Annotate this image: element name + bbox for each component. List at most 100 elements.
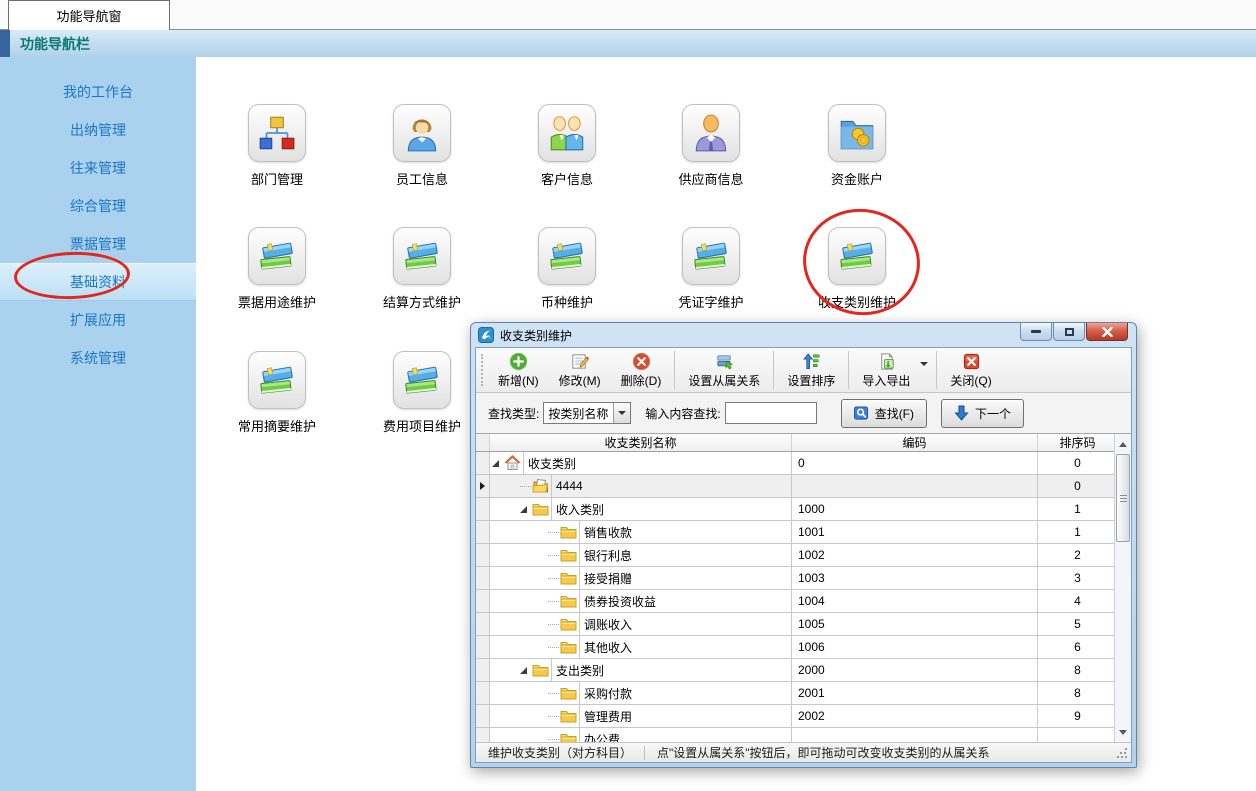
delete-button[interactable]: 删除(D) bbox=[611, 348, 672, 392]
code-cell[interactable]: 1005 bbox=[792, 613, 1038, 635]
name-cell[interactable]: 采购付款 bbox=[490, 682, 792, 704]
set-subordination-button[interactable]: 设置从属关系 bbox=[678, 348, 770, 392]
table-row[interactable]: 采购付款20018 bbox=[476, 682, 1131, 705]
code-cell[interactable]: 2002 bbox=[792, 705, 1038, 727]
code-cell[interactable]: 1000 bbox=[792, 498, 1038, 520]
find-button[interactable]: 查找(F) bbox=[841, 399, 927, 428]
name-cell[interactable]: 债券投资收益 bbox=[490, 590, 792, 612]
code-cell[interactable]: 2000 bbox=[792, 659, 1038, 681]
voucher-word-maintenance-button[interactable] bbox=[682, 227, 740, 285]
income-expense-category-maintenance-button[interactable] bbox=[828, 227, 886, 285]
tree-expander-icon[interactable] bbox=[492, 460, 499, 467]
table-row[interactable]: 办公费 bbox=[476, 728, 1131, 742]
set-sort-button[interactable]: 设置排序 bbox=[777, 348, 845, 392]
code-cell[interactable]: 1006 bbox=[792, 636, 1038, 658]
close-window-button[interactable] bbox=[1086, 323, 1128, 341]
code-cell[interactable]: 1004 bbox=[792, 590, 1038, 612]
table-row[interactable]: 银行利息10022 bbox=[476, 544, 1131, 567]
table-row[interactable]: 销售收款10011 bbox=[476, 521, 1131, 544]
row-selector-cell[interactable] bbox=[476, 613, 490, 635]
sort-cell[interactable] bbox=[1038, 728, 1118, 742]
search-type-combobox[interactable]: 按类别名称 bbox=[543, 402, 631, 424]
row-selector-cell[interactable] bbox=[476, 567, 490, 589]
sort-cell[interactable]: 6 bbox=[1038, 636, 1118, 658]
combobox-dropdown-button[interactable] bbox=[613, 403, 630, 423]
sidebar-item-my-workbench[interactable]: 我的工作台 bbox=[0, 73, 196, 111]
sort-cell[interactable]: 5 bbox=[1038, 613, 1118, 635]
code-cell[interactable]: 1001 bbox=[792, 521, 1038, 543]
sort-cell[interactable]: 9 bbox=[1038, 705, 1118, 727]
close-button[interactable]: 关闭(Q) bbox=[940, 348, 1001, 392]
table-row[interactable]: 收支类别00 bbox=[476, 452, 1131, 475]
tree-expander-icon[interactable] bbox=[520, 667, 527, 674]
row-selector-cell[interactable] bbox=[476, 682, 490, 704]
sidebar-item-extended-apps[interactable]: 扩展应用 bbox=[0, 301, 196, 339]
name-cell[interactable]: 接受捐赠 bbox=[490, 567, 792, 589]
sidebar-item-cashier-management[interactable]: 出纳管理 bbox=[0, 111, 196, 149]
row-selector-cell[interactable] bbox=[476, 590, 490, 612]
sort-cell[interactable]: 8 bbox=[1038, 659, 1118, 681]
table-row[interactable]: 管理费用20029 bbox=[476, 705, 1131, 728]
sort-cell[interactable]: 3 bbox=[1038, 567, 1118, 589]
name-cell[interactable]: 支出类别 bbox=[490, 659, 792, 681]
settlement-method-maintenance-button[interactable] bbox=[393, 227, 451, 285]
row-selector-cell[interactable] bbox=[476, 521, 490, 543]
name-cell[interactable]: 银行利息 bbox=[490, 544, 792, 566]
name-cell[interactable]: 收支类别 bbox=[490, 452, 792, 474]
common-summary-maintenance-button[interactable] bbox=[248, 351, 306, 409]
scroll-up-button[interactable] bbox=[1115, 436, 1131, 452]
supplier-info-button[interactable] bbox=[682, 104, 740, 162]
column-header-name[interactable]: 收支类别名称 bbox=[490, 434, 792, 451]
sidebar-item-system-management[interactable]: 系统管理 bbox=[0, 339, 196, 377]
modify-button[interactable]: 修改(M) bbox=[549, 348, 611, 392]
name-cell[interactable]: 其他收入 bbox=[490, 636, 792, 658]
table-row[interactable]: 调账收入10055 bbox=[476, 613, 1131, 636]
minimize-button[interactable] bbox=[1020, 323, 1052, 341]
currency-maintenance-button[interactable] bbox=[538, 227, 596, 285]
code-cell[interactable]: 0 bbox=[792, 452, 1038, 474]
code-cell[interactable]: 1002 bbox=[792, 544, 1038, 566]
name-cell[interactable]: 收入类别 bbox=[490, 498, 792, 520]
table-row[interactable]: 支出类别20008 bbox=[476, 659, 1131, 682]
tree-expander-icon[interactable] bbox=[520, 506, 527, 513]
code-cell[interactable] bbox=[792, 475, 1038, 497]
sort-cell[interactable]: 1 bbox=[1038, 498, 1118, 520]
name-cell[interactable]: 管理费用 bbox=[490, 705, 792, 727]
column-header-code[interactable]: 编码 bbox=[792, 434, 1038, 451]
row-selector-cell[interactable] bbox=[476, 659, 490, 681]
next-button[interactable]: 下一个 bbox=[941, 399, 1024, 428]
sort-cell[interactable]: 0 bbox=[1038, 475, 1118, 497]
code-cell[interactable]: 1003 bbox=[792, 567, 1038, 589]
toolbar-grip[interactable] bbox=[481, 354, 486, 386]
sidebar-item-comprehensive-management[interactable]: 综合管理 bbox=[0, 187, 196, 225]
row-selector-cell[interactable] bbox=[476, 498, 490, 520]
table-row[interactable]: 债券投资收益10044 bbox=[476, 590, 1131, 613]
name-cell[interactable]: 销售收款 bbox=[490, 521, 792, 543]
sidebar-item-basic-data[interactable]: 基础资料 bbox=[0, 263, 196, 301]
row-selector-cell[interactable] bbox=[476, 728, 490, 742]
column-header-sort[interactable]: 排序码 bbox=[1038, 434, 1118, 451]
sort-cell[interactable]: 1 bbox=[1038, 521, 1118, 543]
table-row[interactable]: 4444 0 bbox=[476, 475, 1131, 498]
row-selector-cell[interactable] bbox=[476, 475, 490, 497]
sort-cell[interactable]: 4 bbox=[1038, 590, 1118, 612]
name-cell[interactable]: 4444 bbox=[490, 475, 792, 497]
maximize-button[interactable] bbox=[1053, 323, 1085, 341]
code-cell[interactable]: 2001 bbox=[792, 682, 1038, 704]
import-export-button[interactable]: 导入导出 bbox=[852, 348, 920, 392]
sort-cell[interactable]: 0 bbox=[1038, 452, 1118, 474]
sort-cell[interactable]: 2 bbox=[1038, 544, 1118, 566]
note-usage-maintenance-button[interactable] bbox=[248, 227, 306, 285]
vertical-scrollbar[interactable] bbox=[1114, 434, 1131, 742]
expense-item-maintenance-button[interactable] bbox=[393, 351, 451, 409]
name-cell[interactable]: 办公费 bbox=[490, 728, 792, 742]
import-export-button-dropdown[interactable] bbox=[920, 348, 933, 392]
name-cell[interactable]: 调账收入 bbox=[490, 613, 792, 635]
row-selector-cell[interactable] bbox=[476, 705, 490, 727]
row-selector-cell[interactable] bbox=[476, 636, 490, 658]
resize-grip-icon[interactable] bbox=[1116, 747, 1128, 759]
dept-management-button[interactable] bbox=[248, 104, 306, 162]
funds-account-button[interactable] bbox=[828, 104, 886, 162]
add-button[interactable]: 新增(N) bbox=[488, 348, 549, 392]
scroll-down-button[interactable] bbox=[1115, 724, 1131, 740]
